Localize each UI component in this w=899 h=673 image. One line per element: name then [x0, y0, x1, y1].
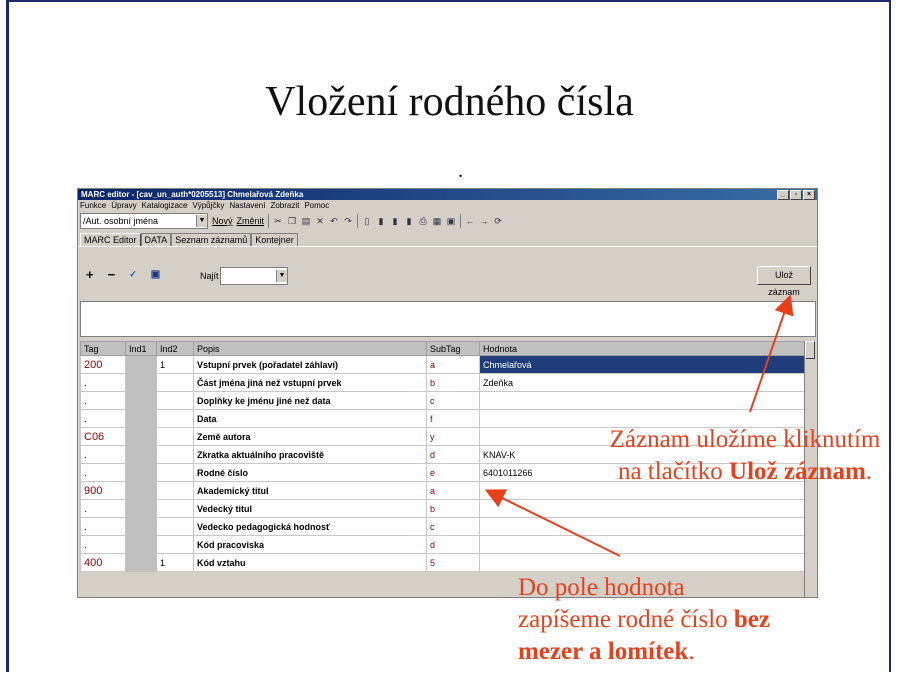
annotation-value-line2: zapíšeme rodné číslo bez: [518, 606, 771, 633]
annotation-value-line1: Do pole hodnota: [518, 574, 685, 601]
arrow-to-birth-number: [484, 489, 621, 557]
annotation-value: Do pole hodnota zapíšeme rodné číslo bez…: [518, 572, 770, 668]
annotation-save-line1: Záznam uložíme kliknutím: [609, 426, 881, 453]
annotation-save: Záznam uložíme kliknutím na tlačítko Ulo…: [586, 424, 899, 488]
annotation-value-line3: mezer a lomítek.: [518, 638, 695, 665]
annotation-save-line2: na tlačítko Ulož záznam.: [617, 458, 873, 485]
arrow-to-save-button: [749, 294, 794, 413]
